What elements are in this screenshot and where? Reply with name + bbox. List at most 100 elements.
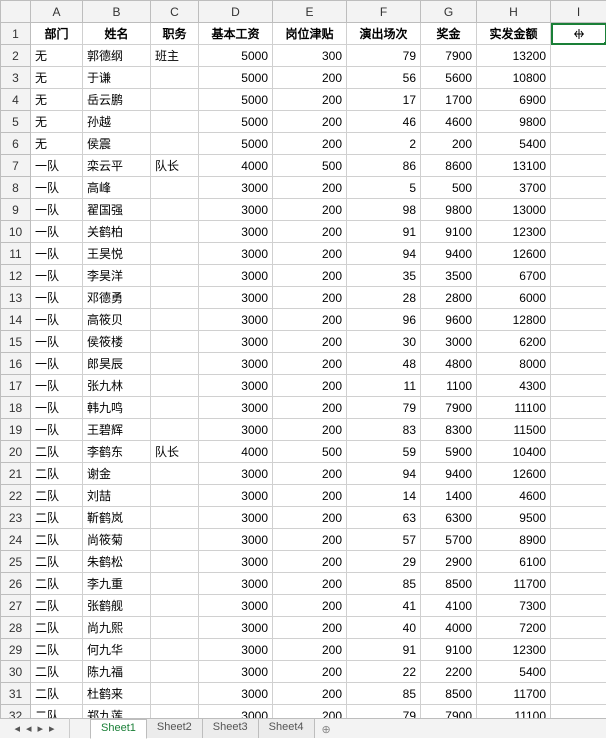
cell[interactable]: 李昊洋 [83, 265, 151, 287]
cell[interactable]: 9100 [421, 639, 477, 661]
col-header-A[interactable]: A [31, 1, 83, 23]
cell[interactable]: 一队 [31, 177, 83, 199]
cell[interactable]: 5400 [477, 661, 551, 683]
cell[interactable]: 83 [347, 419, 421, 441]
cell[interactable]: 2800 [421, 287, 477, 309]
cell[interactable]: 9600 [421, 309, 477, 331]
cell[interactable]: 200 [273, 705, 347, 719]
cell[interactable]: 13100 [477, 155, 551, 177]
col-header-D[interactable]: D [199, 1, 273, 23]
row-header[interactable]: 32 [1, 705, 31, 719]
cell[interactable]: 7900 [421, 45, 477, 67]
cell[interactable]: 一队 [31, 331, 83, 353]
cell[interactable] [151, 683, 199, 705]
cell[interactable]: 79 [347, 705, 421, 719]
cell[interactable]: 6300 [421, 507, 477, 529]
cell[interactable] [151, 353, 199, 375]
cell[interactable]: 85 [347, 573, 421, 595]
row-header[interactable]: 28 [1, 617, 31, 639]
cell[interactable] [151, 639, 199, 661]
cell[interactable] [551, 331, 606, 353]
cell[interactable] [151, 551, 199, 573]
spreadsheet-grid[interactable]: A B C D E F G H I 1部门姓名职务基本工资岗位津贴演出场次奖金实… [0, 0, 606, 718]
cell[interactable]: 6200 [477, 331, 551, 353]
cell[interactable]: 部门 [31, 23, 83, 45]
cell[interactable] [151, 265, 199, 287]
cell[interactable]: 队长 [151, 155, 199, 177]
cell[interactable]: 一队 [31, 419, 83, 441]
cell[interactable] [551, 89, 606, 111]
cell[interactable]: 3000 [199, 617, 273, 639]
cell[interactable]: 2 [347, 133, 421, 155]
cell[interactable]: 11100 [477, 705, 551, 719]
cell[interactable]: 岳云鹏 [83, 89, 151, 111]
cell[interactable]: 一队 [31, 353, 83, 375]
cell[interactable]: 46 [347, 111, 421, 133]
cell[interactable] [551, 485, 606, 507]
cell[interactable]: 13200 [477, 45, 551, 67]
col-header-F[interactable]: F [347, 1, 421, 23]
cell[interactable] [151, 529, 199, 551]
cell[interactable]: 3000 [199, 573, 273, 595]
cell[interactable]: 3000 [199, 353, 273, 375]
cell[interactable]: 200 [273, 551, 347, 573]
row-header[interactable]: 20 [1, 441, 31, 463]
cell[interactable]: 3000 [199, 265, 273, 287]
cell[interactable] [551, 243, 606, 265]
cell[interactable]: 姓名 [83, 23, 151, 45]
cell[interactable]: 40 [347, 617, 421, 639]
cell[interactable]: 郑九莲 [83, 705, 151, 719]
cell[interactable]: 3000 [199, 243, 273, 265]
cell[interactable]: 9100 [421, 221, 477, 243]
cell[interactable]: 48 [347, 353, 421, 375]
tab-nav-last-icon[interactable]: ▸ [49, 722, 55, 735]
cell[interactable]: 6900 [477, 89, 551, 111]
cell[interactable]: 7200 [477, 617, 551, 639]
tab-nav-next-icon[interactable]: ▸ [38, 722, 44, 735]
cell[interactable]: 二队 [31, 551, 83, 573]
cell[interactable]: 11700 [477, 683, 551, 705]
cell[interactable]: 28 [347, 287, 421, 309]
cell[interactable]: 6000 [477, 287, 551, 309]
cell[interactable]: 200 [273, 287, 347, 309]
cell[interactable]: 5 [347, 177, 421, 199]
cell[interactable]: 郭德纲 [83, 45, 151, 67]
cell[interactable]: 200 [273, 331, 347, 353]
cell[interactable]: 200 [273, 221, 347, 243]
cell[interactable]: 张九林 [83, 375, 151, 397]
cell[interactable]: 3000 [199, 419, 273, 441]
cell[interactable]: 79 [347, 45, 421, 67]
cell[interactable]: 22 [347, 661, 421, 683]
cell[interactable]: 5900 [421, 441, 477, 463]
cell[interactable]: 12800 [477, 309, 551, 331]
cell[interactable] [551, 441, 606, 463]
cell[interactable]: 35 [347, 265, 421, 287]
cell[interactable]: 李九重 [83, 573, 151, 595]
row-header[interactable]: 26 [1, 573, 31, 595]
cell[interactable]: 7900 [421, 397, 477, 419]
cell[interactable]: 500 [421, 177, 477, 199]
cell[interactable]: 3000 [199, 551, 273, 573]
cell[interactable]: 6700 [477, 265, 551, 287]
row-header[interactable]: 29 [1, 639, 31, 661]
cell[interactable] [151, 331, 199, 353]
cell[interactable]: 王碧辉 [83, 419, 151, 441]
cell[interactable]: 3000 [421, 331, 477, 353]
cell[interactable]: 200 [273, 67, 347, 89]
cell[interactable]: 3000 [199, 463, 273, 485]
row-header[interactable]: 11 [1, 243, 31, 265]
cell[interactable]: 8300 [421, 419, 477, 441]
cell[interactable]: 实发金额 [477, 23, 551, 45]
row-header[interactable]: 3 [1, 67, 31, 89]
cell[interactable]: 二队 [31, 639, 83, 661]
cell[interactable]: 11100 [477, 397, 551, 419]
cell[interactable]: 8500 [421, 683, 477, 705]
cell[interactable] [151, 397, 199, 419]
cell[interactable] [151, 133, 199, 155]
cell[interactable] [151, 309, 199, 331]
cell[interactable]: 侯筱楼 [83, 331, 151, 353]
cell[interactable]: 孙越 [83, 111, 151, 133]
cell[interactable]: 12300 [477, 639, 551, 661]
row-header[interactable]: 10 [1, 221, 31, 243]
cell[interactable] [151, 221, 199, 243]
